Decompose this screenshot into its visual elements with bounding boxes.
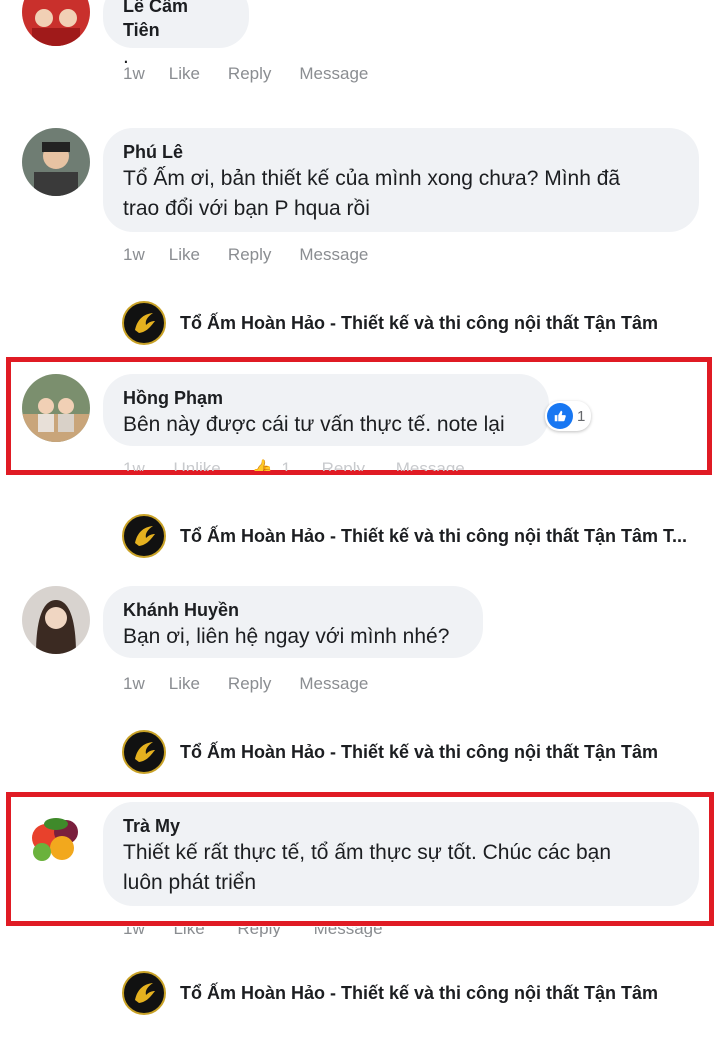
- comment-actions: 1w Like Reply Message: [123, 245, 396, 265]
- comment-bubble: Trà My Thiết kế rất thực tế, tổ ấm thực …: [103, 802, 699, 906]
- page-reply-link[interactable]: Tổ Ấm Hoàn Hảo - Thiết kế và thi công nộ…: [122, 301, 658, 345]
- comment-author[interactable]: Khánh Huyền: [123, 598, 461, 622]
- reply-button[interactable]: Reply: [322, 459, 365, 471]
- like-button[interactable]: Like: [169, 245, 200, 265]
- comment-bubble: Lê Cẩm Tiên .: [103, 0, 249, 68]
- unlike-button[interactable]: Unlike: [173, 459, 220, 471]
- avatar[interactable]: [22, 586, 90, 654]
- comment-timestamp[interactable]: 1w: [123, 927, 145, 937]
- thumbs-up-icon: [547, 403, 573, 429]
- page-reply-link[interactable]: Tổ Ấm Hoàn Hảo - Thiết kế và thi công nộ…: [122, 514, 687, 558]
- comment-actions: 1w Unlike 👍 1 Reply Message: [123, 459, 465, 471]
- comment-author[interactable]: Trà My: [123, 814, 677, 838]
- comment-text: Bạn ơi, liên hệ ngay với mình nhé?: [123, 625, 450, 648]
- avatar[interactable]: [22, 802, 90, 870]
- like-button[interactable]: Like: [169, 64, 200, 84]
- comment-timestamp[interactable]: 1w: [123, 245, 145, 265]
- message-button[interactable]: Message: [299, 64, 368, 84]
- comment-text: trao đổi với bạn P hqua rồi: [123, 197, 370, 220]
- reply-button[interactable]: Reply: [228, 64, 271, 84]
- comment-text: Bên này được cái tư vấn thực tế. note lạ…: [123, 413, 505, 436]
- comment-timestamp[interactable]: 1w: [123, 674, 145, 694]
- comment-timestamp[interactable]: 1w: [123, 459, 145, 471]
- message-button[interactable]: Message: [396, 459, 465, 471]
- comment-bubble: Phú Lê Tổ Ấm ơi, bản thiết kế của mình x…: [103, 128, 699, 232]
- comment-text: Tổ Ấm ơi, bản thiết kế của mình xong chư…: [123, 167, 621, 190]
- phoenix-logo-icon: [122, 730, 166, 774]
- comment-bubble: Khánh Huyền Bạn ơi, liên hệ ngay với mìn…: [103, 586, 483, 658]
- comment-actions: 1w Like Reply Message: [123, 927, 383, 937]
- comment-author[interactable]: Lê Cẩm Tiên: [123, 0, 227, 42]
- message-button[interactable]: Message: [314, 927, 383, 937]
- page-reply-name: Tổ Ấm Hoàn Hảo - Thiết kế và thi công nộ…: [180, 982, 659, 1003]
- page-reply-name: Tổ Ấm Hoàn Hảo - Thiết kế và thi công nộ…: [180, 525, 688, 546]
- like-button[interactable]: Like: [169, 674, 200, 694]
- reply-button[interactable]: Reply: [237, 927, 280, 937]
- page-reply-name: Tổ Ấm Hoàn Hảo - Thiết kế và thi công nộ…: [180, 741, 659, 762]
- reaction-badge[interactable]: 1: [545, 401, 592, 431]
- comment-bubble: Hồng Phạm Bên này được cái tư vấn thực t…: [103, 374, 549, 446]
- comment-actions: 1w Like Reply Message: [123, 64, 396, 84]
- message-button[interactable]: Message: [299, 674, 368, 694]
- avatar[interactable]: [22, 128, 90, 196]
- message-button[interactable]: Message: [299, 245, 368, 265]
- thumbs-up-icon: 👍: [251, 459, 273, 471]
- avatar[interactable]: [22, 374, 90, 442]
- page-reply-link[interactable]: Tổ Ấm Hoàn Hảo - Thiết kế và thi công nộ…: [122, 730, 658, 774]
- comment-text: luôn phát triển: [123, 871, 257, 894]
- page-reply-name: Tổ Ấm Hoàn Hảo - Thiết kế và thi công nộ…: [180, 312, 659, 333]
- comment-actions: 1w Like Reply Message: [123, 674, 396, 694]
- comment-author[interactable]: Phú Lê: [123, 140, 677, 164]
- reply-button[interactable]: Reply: [228, 245, 271, 265]
- comment-timestamp[interactable]: 1w: [123, 64, 145, 84]
- phoenix-logo-icon: [122, 971, 166, 1015]
- avatar[interactable]: [22, 0, 90, 46]
- page-reply-link[interactable]: Tổ Ấm Hoàn Hảo - Thiết kế và thi công nộ…: [122, 971, 658, 1015]
- like-count: 1: [281, 459, 291, 471]
- phoenix-logo-icon: [122, 301, 166, 345]
- like-button[interactable]: Like: [173, 927, 204, 937]
- comment-text: Thiết kế rất thực tế, tổ ấm thực sự tốt.…: [123, 841, 612, 864]
- comment-author[interactable]: Hồng Phạm: [123, 386, 527, 410]
- reply-button[interactable]: Reply: [228, 674, 271, 694]
- reaction-count: 1: [577, 407, 586, 425]
- phoenix-logo-icon: [122, 514, 166, 558]
